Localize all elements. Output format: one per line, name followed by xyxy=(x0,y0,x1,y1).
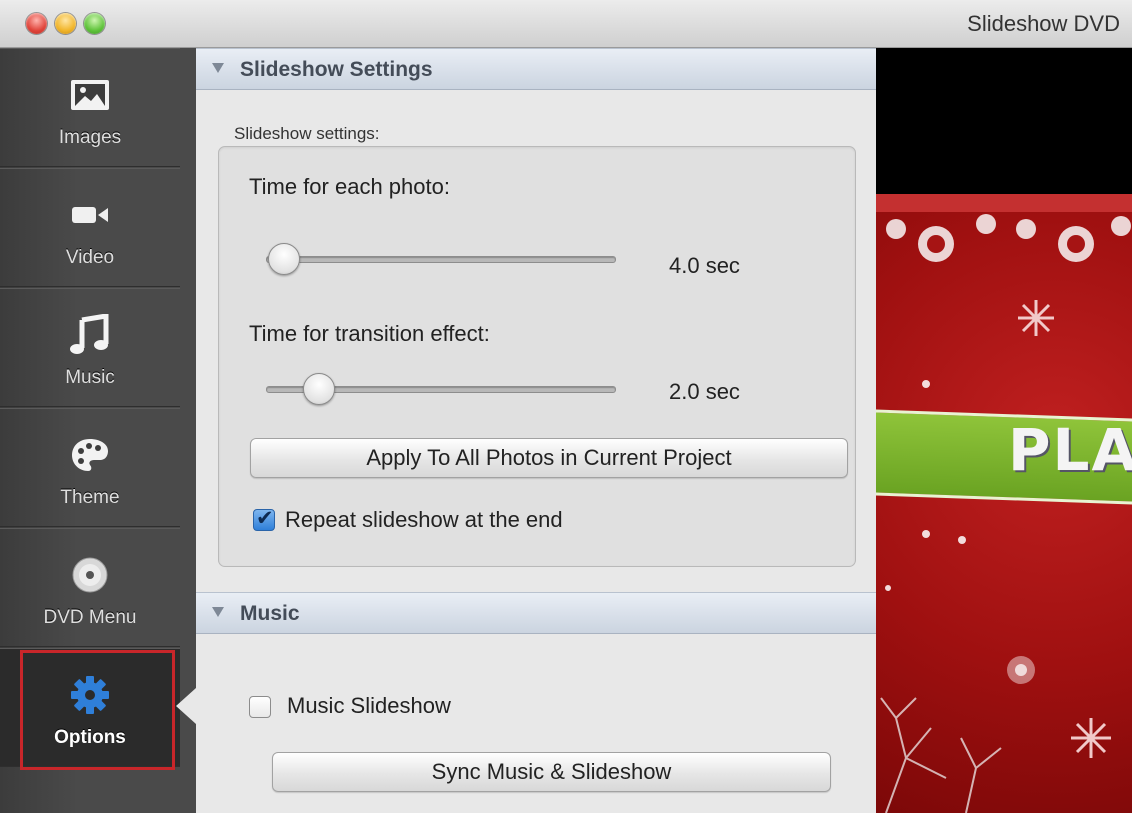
slideshow-settings-header[interactable]: Slideshow Settings xyxy=(196,48,876,90)
disclosure-triangle-icon xyxy=(212,607,224,617)
slideshow-settings-group: Time for each photo: 4.0 sec Time for tr… xyxy=(218,146,856,567)
settings-panel: Slideshow Settings Slideshow settings: T… xyxy=(196,48,876,813)
sidebar-item-music[interactable]: Music xyxy=(0,288,180,407)
section-title: Music xyxy=(240,602,300,625)
theme-preview: PLAY xyxy=(876,48,1132,813)
repeat-slideshow-checkbox[interactable] xyxy=(253,506,275,531)
minimize-window-button[interactable] xyxy=(55,13,76,34)
sync-music-slideshow-button[interactable]: Sync Music & Slideshow xyxy=(272,752,831,792)
zoom-window-button[interactable] xyxy=(84,13,105,34)
video-camera-icon xyxy=(0,193,180,237)
photo-time-slider[interactable] xyxy=(266,256,616,263)
window-title: Slideshow DVD xyxy=(967,11,1120,36)
sidebar-item-dvd-menu[interactable]: DVD Menu xyxy=(0,528,180,647)
group-caption: Slideshow settings: xyxy=(234,124,380,143)
transition-time-slider-knob[interactable] xyxy=(303,373,336,405)
sidebar-item-label: Music xyxy=(65,367,115,388)
sidebar-item-video[interactable]: Video xyxy=(0,168,180,287)
sidebar-item-label: DVD Menu xyxy=(43,607,137,628)
sidebar-item-label: Video xyxy=(65,247,115,268)
music-note-icon xyxy=(0,313,180,357)
sidebar-item-theme[interactable]: Theme xyxy=(0,408,180,527)
transition-time-value: 2.0 sec xyxy=(669,379,740,404)
selection-highlight xyxy=(20,650,175,770)
title-bar: Slideshow DVD xyxy=(0,0,1132,48)
palette-icon xyxy=(0,433,180,477)
photo-time-slider-knob[interactable] xyxy=(268,243,301,275)
music-section-header[interactable]: Music xyxy=(196,592,876,634)
section-title: Slideshow Settings xyxy=(240,58,433,81)
image-icon xyxy=(0,73,180,117)
snow-decoration xyxy=(880,380,1111,813)
photo-time-label: Time for each photo: xyxy=(249,174,450,199)
sidebar-item-label: Images xyxy=(58,127,122,148)
disc-icon xyxy=(0,553,180,597)
photo-time-value: 4.0 sec xyxy=(669,253,740,278)
transition-time-label: Time for transition effect: xyxy=(249,321,490,346)
sidebar-item-label: Theme xyxy=(60,487,120,508)
selection-pointer xyxy=(176,688,196,724)
snowflake-ornament-border xyxy=(876,194,1132,262)
music-slideshow-checkbox[interactable] xyxy=(249,696,271,718)
apply-to-all-photos-button[interactable]: Apply To All Photos in Current Project xyxy=(250,438,848,478)
music-slideshow-label: Music Slideshow xyxy=(287,693,451,718)
close-window-button[interactable] xyxy=(26,13,47,34)
repeat-slideshow-label: Repeat slideshow at the end xyxy=(285,507,563,532)
disclosure-triangle-icon xyxy=(212,63,224,73)
snowflake-icon xyxy=(1018,300,1054,336)
sidebar-item-images[interactable]: Images xyxy=(0,48,180,167)
